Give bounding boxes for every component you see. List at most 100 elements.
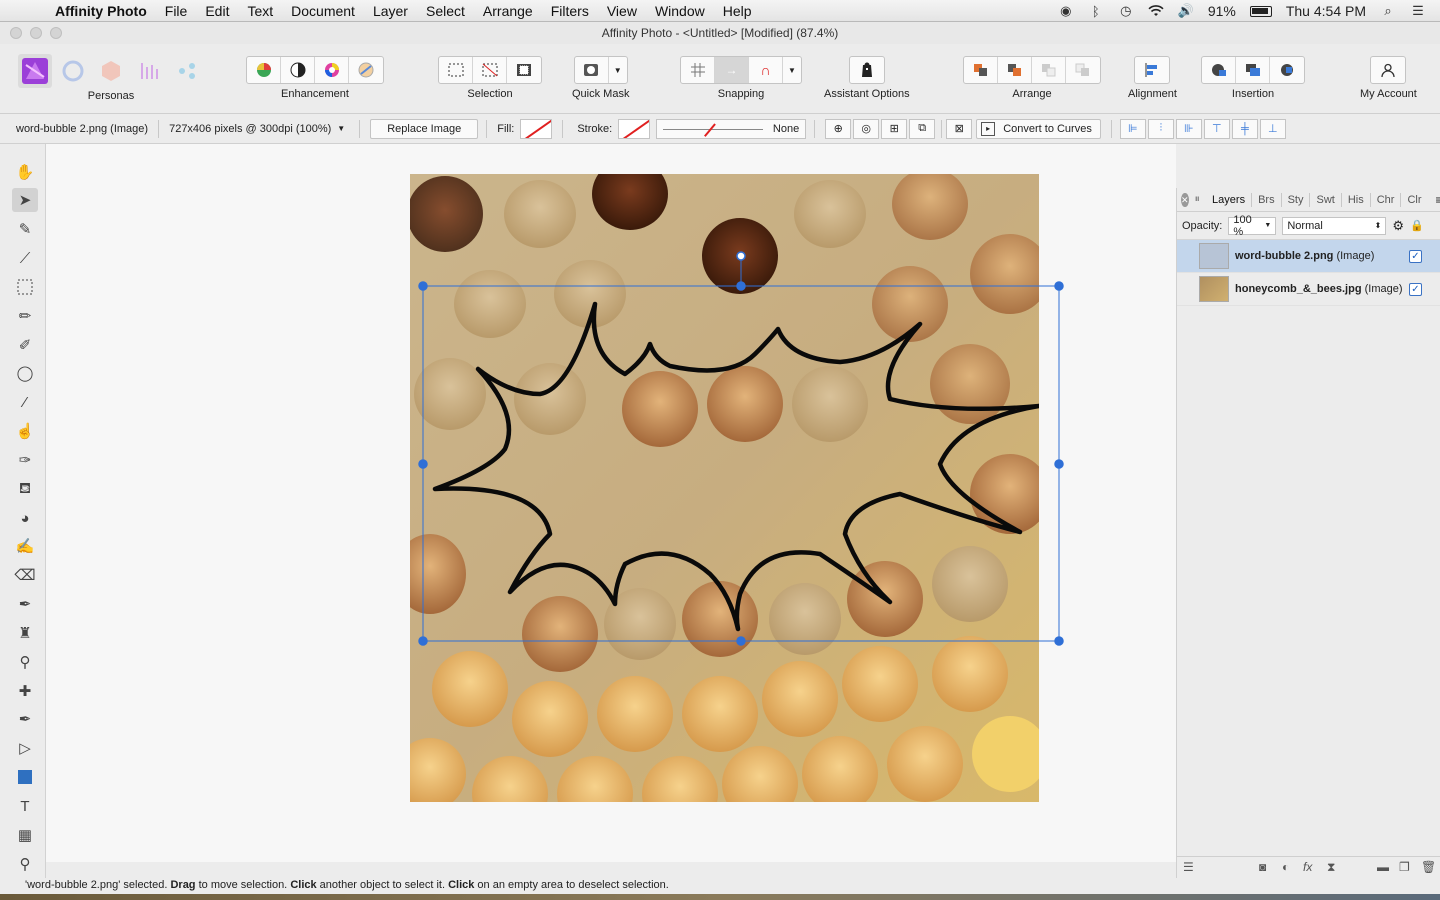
deselect-icon[interactable] (473, 57, 507, 83)
fill-swatch[interactable] (520, 118, 553, 139)
move-back-one-icon[interactable] (998, 57, 1032, 83)
snapping-dropdown-icon[interactable]: ▼ (783, 57, 801, 83)
convert-to-curves-button[interactable]: ▸ Convert to Curves (976, 118, 1101, 139)
canvas-area[interactable] (46, 144, 1176, 862)
node-tool-icon[interactable]: ▷ (12, 736, 38, 760)
tab-brushes[interactable]: Brs (1252, 192, 1282, 207)
close-panel-icon[interactable]: ✕ (1181, 192, 1189, 207)
stroke-width-slider[interactable]: None (656, 118, 807, 139)
transform-mode-icon[interactable]: ⧉ (909, 118, 936, 139)
white-balance-button[interactable] (349, 57, 383, 83)
blend-mode-select[interactable]: Normal ⬍ (1282, 216, 1387, 235)
move-forward-one-icon[interactable] (1032, 57, 1066, 83)
magic-wand-tool-icon[interactable]: ⁄ (12, 390, 38, 414)
color-balance-button[interactable] (315, 57, 349, 83)
pixel-brush-tool-icon[interactable]: ✑ (12, 448, 38, 472)
tab-color[interactable]: Clr (1401, 193, 1427, 207)
zoom-tool-icon[interactable]: ⚲ (12, 852, 38, 876)
panel-menu-icon[interactable]: ≡ (1436, 193, 1440, 207)
tab-styles[interactable]: Sty (1282, 192, 1311, 207)
bluetooth-icon[interactable]: ᛒ (1088, 4, 1104, 19)
lock-icon[interactable]: 🔒 (1410, 219, 1424, 232)
tab-layers[interactable]: Layers (1206, 192, 1253, 207)
align-top-icon[interactable]: ⊤ (1203, 118, 1230, 139)
adjustment-icon[interactable]: ◐ (1282, 860, 1289, 874)
add-mask-icon[interactable]: ◙ (1259, 860, 1266, 874)
menu-filters[interactable]: Filters (542, 3, 598, 19)
pen-tool-icon[interactable]: ✒ (12, 707, 38, 731)
eyedropper-tool-icon[interactable]: ⟋ (12, 246, 38, 270)
menu-view[interactable]: View (598, 3, 646, 19)
menu-select[interactable]: Select (417, 3, 474, 19)
liquify-persona-button[interactable] (56, 54, 90, 88)
dodge-tool-icon[interactable]: ⚲ (12, 650, 38, 674)
close-window-button[interactable] (10, 27, 22, 39)
paint-mixer-tool-icon[interactable]: ✒ (12, 592, 38, 616)
new-layer-icon[interactable]: ❐ (1399, 860, 1410, 874)
erase-brush-tool-icon[interactable]: ⌫ (12, 563, 38, 587)
time-machine-icon[interactable]: ◷ (1118, 3, 1134, 18)
snap-grid-icon[interactable] (681, 57, 715, 83)
menu-window[interactable]: Window (646, 3, 714, 19)
notification-center-icon[interactable]: ☰ (1410, 3, 1426, 18)
stroke-swatch[interactable] (618, 118, 651, 139)
assistant-butler-icon[interactable] (850, 57, 884, 83)
layers-stack-icon[interactable]: ☰ (1183, 860, 1194, 874)
healing-brush-tool-icon[interactable]: ✚ (12, 679, 38, 703)
fit-to-frame-icon[interactable]: ⊞ (881, 118, 908, 139)
account-person-icon[interactable] (1371, 57, 1405, 83)
tab-history[interactable]: His (1342, 192, 1371, 207)
invert-selection-icon[interactable] (507, 57, 541, 83)
move-to-back-icon[interactable] (964, 57, 998, 83)
quick-mask-icon[interactable] (575, 57, 609, 83)
text-tool-icon[interactable]: T (12, 794, 38, 818)
tone-mapping-persona-button[interactable] (132, 54, 166, 88)
crop-tool-icon[interactable]: ✎ (12, 217, 38, 241)
move-to-front-icon[interactable] (1066, 57, 1100, 83)
menu-arrange[interactable]: Arrange (474, 3, 542, 19)
menu-file[interactable]: File (156, 3, 197, 19)
menu-app[interactable]: Affinity Photo (46, 3, 156, 19)
rasterize-icon[interactable]: ⊠ (946, 118, 973, 139)
hand-tool-icon[interactable]: ✋ (12, 160, 38, 184)
opacity-field[interactable]: 100 % ▼ (1228, 214, 1277, 238)
replace-image-button[interactable]: Replace Image (370, 118, 479, 139)
align-left-icon[interactable]: ⊫ (1119, 118, 1146, 139)
battery-icon[interactable] (1249, 5, 1272, 17)
insert-behind-icon[interactable] (1202, 57, 1236, 83)
volume-icon[interactable]: 🔊 (1178, 3, 1194, 18)
levels-button[interactable] (247, 57, 281, 83)
color-picker-tool-icon[interactable]: ◕ (12, 506, 38, 530)
dimensions-dropdown-icon[interactable]: ▼ (337, 124, 345, 133)
trash-icon[interactable]: 🗑 (1421, 860, 1436, 874)
fill-bucket-tool-icon[interactable]: ⛾ (12, 477, 38, 501)
transform-origin-icon[interactable]: ⊕ (825, 118, 852, 139)
insert-inside-icon[interactable] (1270, 57, 1304, 83)
quick-mask-dropdown-icon[interactable]: ▼ (609, 57, 627, 83)
brush-tool-icon[interactable]: ✏ (12, 304, 38, 328)
menu-layer[interactable]: Layer (364, 3, 417, 19)
panel-grip-icon[interactable]: ⏸ (1195, 193, 1201, 206)
snapping-magnet-icon[interactable]: ∩ (749, 57, 783, 83)
group-folder-icon[interactable]: ▬ (1377, 860, 1389, 874)
media-icon[interactable]: ◉ (1058, 3, 1074, 18)
tab-character[interactable]: Chr (1371, 192, 1402, 207)
select-all-icon[interactable] (439, 57, 473, 83)
tab-swatches[interactable]: Swt (1310, 192, 1342, 207)
menu-text[interactable]: Text (238, 3, 282, 19)
spotlight-search-icon[interactable]: ⌕ (1380, 3, 1396, 18)
document-image[interactable] (410, 174, 1039, 802)
align-middle-icon[interactable]: ╪ (1231, 118, 1258, 139)
menu-edit[interactable]: Edit (196, 3, 238, 19)
image-dimensions[interactable]: 727x406 pixels @ 300dpi (100%) (163, 123, 337, 135)
photo-persona-button[interactable] (18, 54, 52, 88)
fx-icon[interactable]: fx (1303, 860, 1312, 874)
smudge-tool-icon[interactable]: ☝ (12, 419, 38, 443)
align-bottom-icon[interactable]: ⊥ (1259, 118, 1286, 139)
clock[interactable]: Thu 4:54 PM (1286, 3, 1366, 19)
contrast-button[interactable] (281, 57, 315, 83)
export-persona-button[interactable] (170, 54, 204, 88)
gear-icon[interactable]: ⚙ (1392, 218, 1404, 234)
align-right-icon[interactable]: ⊪ (1175, 118, 1202, 139)
live-filter-icon[interactable]: ⧗ (1327, 860, 1335, 875)
